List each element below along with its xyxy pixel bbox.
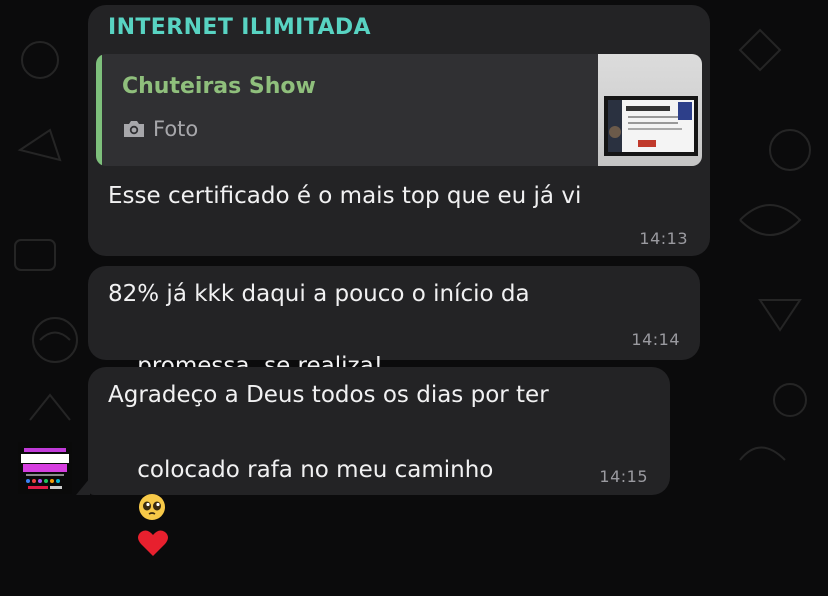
quote-accent-bar (96, 54, 102, 166)
quoted-media-type: Foto (122, 117, 198, 141)
quoted-message[interactable]: Chuteiras Show Foto (96, 54, 702, 166)
message-timestamp: 14:15 (599, 467, 648, 486)
message-timestamp: 14:14 (631, 330, 680, 349)
message-bubble[interactable]: 82% já kkk daqui a pouco o início da pro… (88, 266, 700, 488)
pleading-face-emoji (139, 493, 166, 520)
certificate-photo (604, 96, 698, 156)
sender-avatar[interactable] (18, 442, 72, 494)
quoted-media-label: Foto (153, 117, 199, 141)
internet-ilimitada-logo (18, 442, 72, 494)
message-timestamp: 14:13 (639, 229, 688, 248)
bubble-tail (76, 478, 90, 495)
message-text-line: colocado rafa no meu caminho (108, 416, 493, 596)
sender-name[interactable]: INTERNET ILIMITADA (108, 15, 371, 40)
message-text: colocado rafa no meu caminho (137, 457, 494, 483)
red-heart-emoji (138, 530, 169, 556)
message-text-line: 82% já kkk daqui a pouco o início da (108, 281, 530, 307)
quoted-photo-thumbnail[interactable] (598, 54, 702, 166)
quoted-sender-name: Chuteiras Show (122, 74, 316, 99)
message-text-line: Agradeço a Deus todos os dias por ter (108, 382, 549, 408)
message-bubble[interactable]: INTERNET ILIMITADA Chuteiras Show Foto E… (88, 5, 710, 256)
camera-icon (124, 121, 144, 137)
message-bubble[interactable]: Agradeço a Deus todos os dias por ter co… (88, 367, 670, 556)
message-text: Esse certificado é o mais top que eu já … (108, 183, 582, 209)
